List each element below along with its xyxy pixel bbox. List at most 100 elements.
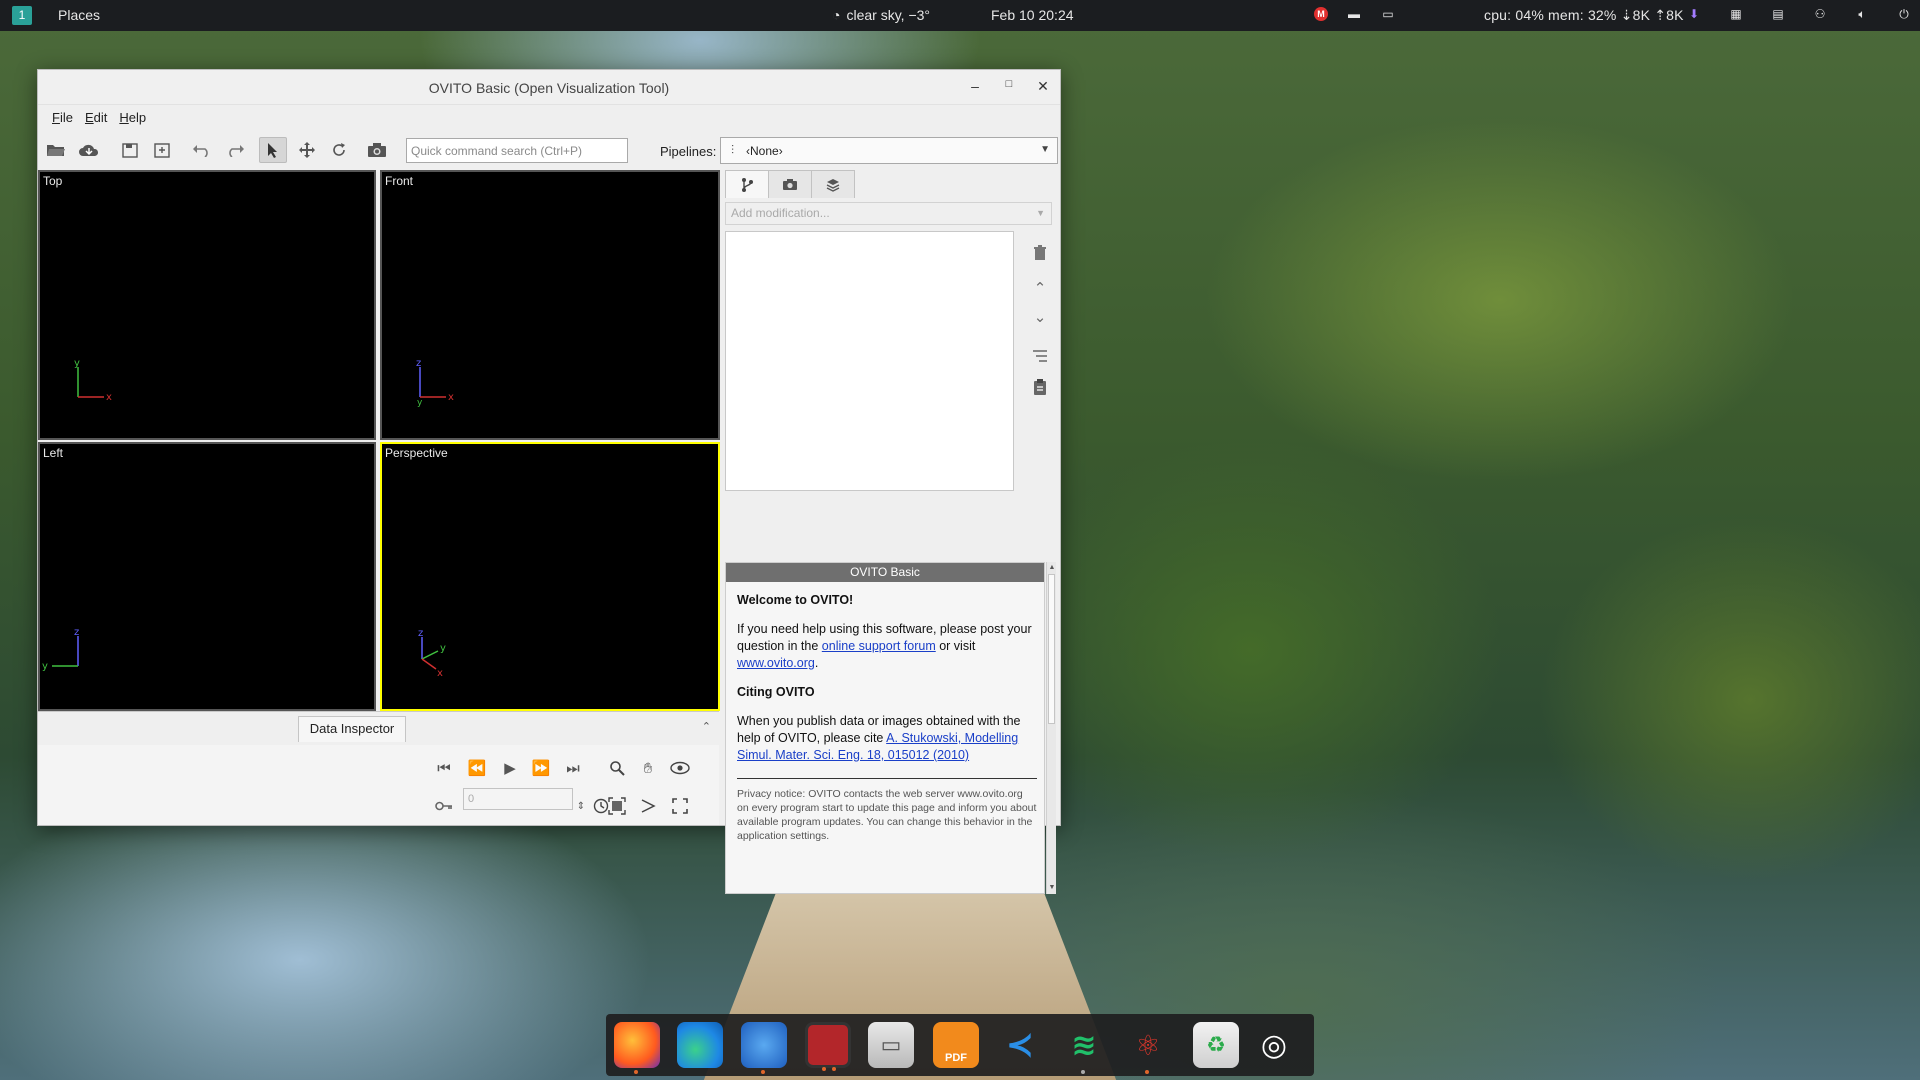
- frame-spinner[interactable]: 0: [463, 788, 573, 810]
- top-panel: 1 Places ◔ clear sky, −3° Feb 10 20:24 M…: [0, 0, 1920, 31]
- weather-icon: ◔: [832, 7, 841, 23]
- fov-icon[interactable]: [636, 794, 660, 818]
- privacy-notice: Privacy notice: OVITO contacts the web s…: [737, 788, 1037, 842]
- svg-text:x: x: [437, 668, 443, 679]
- previous-frame-icon[interactable]: ⏪: [465, 756, 489, 780]
- places-menu[interactable]: Places: [58, 7, 100, 23]
- pipeline-editor-list[interactable]: [725, 231, 1014, 491]
- scroll-thumb[interactable]: [1048, 574, 1055, 724]
- group-list-icon[interactable]: [1030, 346, 1050, 366]
- scroll-down-arrow-icon[interactable]: ▼: [1047, 883, 1057, 893]
- chevron-up-icon[interactable]: ⌃: [702, 720, 711, 733]
- info-panel: OVITO Basic Welcome to OVITO! If you nee…: [725, 562, 1045, 894]
- clock[interactable]: Feb 10 20:24: [991, 7, 1074, 23]
- move-down-chevron-icon[interactable]: ⌄: [1030, 307, 1050, 327]
- pipeline-tab-icon[interactable]: [725, 170, 769, 198]
- open-folder-icon[interactable]: [42, 137, 70, 163]
- window-title: OVITO Basic (Open Visualization Tool): [428, 80, 670, 96]
- grid-icon[interactable]: ▦: [1728, 6, 1744, 22]
- save-session-icon[interactable]: [116, 137, 144, 163]
- viewport-left[interactable]: Left z y: [38, 442, 376, 711]
- network-icon[interactable]: ⚇: [1812, 6, 1828, 22]
- minimize-button[interactable]: –: [968, 78, 982, 95]
- move-up-chevron-icon[interactable]: ⌃: [1030, 278, 1050, 298]
- power-icon[interactable]: ⏻: [1896, 6, 1912, 22]
- viewport-top[interactable]: Top y x: [38, 170, 376, 440]
- viewport-label-perspective: Perspective: [385, 446, 448, 460]
- sublime-merge-icon[interactable]: ≋: [1061, 1022, 1107, 1074]
- molecule-viewer-icon[interactable]: ⚛: [1125, 1022, 1171, 1074]
- viewport-perspective[interactable]: Perspective z y x: [380, 442, 720, 711]
- svg-text:x: x: [106, 392, 112, 403]
- overlays-tab-layers-icon[interactable]: [811, 170, 855, 198]
- add-modification-label: Add modification...: [731, 206, 830, 220]
- ovito-website-link[interactable]: www.ovito.org: [737, 656, 815, 670]
- zoom-icon[interactable]: [605, 756, 629, 780]
- redo-icon[interactable]: [221, 137, 249, 163]
- mail-notifier-icon[interactable]: M: [1314, 7, 1328, 21]
- data-inspector-tab[interactable]: Data Inspector: [298, 716, 406, 742]
- jump-to-start-icon[interactable]: ⏮: [432, 756, 456, 780]
- delete-trash-icon[interactable]: [1030, 243, 1050, 263]
- menu-edit[interactable]: Edit: [79, 106, 113, 130]
- menu-help[interactable]: Help: [113, 106, 152, 130]
- screenshot-icon[interactable]: ▭: [1380, 6, 1396, 22]
- selection-mode-icon[interactable]: [259, 137, 287, 163]
- vscode-icon[interactable]: ≺: [997, 1022, 1043, 1068]
- tray-right: ⬇ ▦ ▤ ⚇ 🔈︎ ⏻: [1686, 6, 1912, 22]
- close-button[interactable]: ✕: [1036, 78, 1050, 95]
- system-monitor[interactable]: cpu: 04% mem: 32% ⇣8K ⇡8K: [1484, 7, 1684, 24]
- window-titlebar[interactable]: OVITO Basic (Open Visualization Tool) – …: [38, 70, 1060, 105]
- pan-hand-icon[interactable]: ✋︎: [636, 756, 660, 780]
- viewport-front[interactable]: Front z x y: [380, 170, 720, 440]
- jump-to-end-icon[interactable]: ⏭: [561, 756, 585, 780]
- thunderbird-icon[interactable]: [741, 1022, 787, 1074]
- help-text-3: .: [814, 656, 819, 670]
- orbit-eye-icon[interactable]: [668, 756, 692, 780]
- move-mode-icon[interactable]: [293, 137, 321, 163]
- firefox-icon[interactable]: [614, 1022, 660, 1074]
- render-tab-camera-icon[interactable]: [768, 170, 812, 198]
- edge-browser-icon[interactable]: [677, 1022, 723, 1068]
- zoom-scene-extents-icon[interactable]: [605, 794, 629, 818]
- dock: ▭ PDF ≺ ≋ ⚛ ♻ ◎: [606, 1014, 1314, 1076]
- cloud-download-icon[interactable]: [75, 137, 103, 163]
- axis-tripod-icon: z y: [42, 627, 79, 672]
- clipboard-icon[interactable]: ▤: [1770, 6, 1786, 22]
- command-search-input[interactable]: [406, 138, 628, 163]
- save-session-as-icon[interactable]: [148, 137, 176, 163]
- undo-icon[interactable]: [188, 137, 216, 163]
- citing-paragraph: When you publish data or images obtained…: [737, 713, 1037, 764]
- ubuntu-logo-icon[interactable]: ◎: [1251, 1022, 1297, 1068]
- pipelines-select[interactable]: ⫶ ‹None› ▼: [720, 137, 1058, 164]
- weather-widget[interactable]: ◔ clear sky, −3°: [832, 7, 930, 23]
- camera-icon[interactable]: [363, 137, 391, 163]
- pdf-editor-icon[interactable]: PDF: [933, 1022, 979, 1068]
- main-toolbar: Pipelines: ⫶ ‹None› ▼: [38, 131, 1060, 169]
- info-scrollbar[interactable]: ▲ ▼: [1046, 562, 1056, 894]
- divider: [737, 778, 1037, 779]
- ovito-app-icon[interactable]: [805, 1022, 851, 1071]
- rotate-mode-icon[interactable]: [325, 137, 353, 163]
- file-manager-icon[interactable]: ▭: [868, 1022, 914, 1068]
- add-modification-dropdown[interactable]: Add modification... ▼: [725, 202, 1052, 225]
- chevron-down-icon: ▼: [1036, 208, 1045, 218]
- maximize-viewport-icon[interactable]: [668, 794, 692, 818]
- axis-tripod-icon: y x: [74, 358, 112, 403]
- maximize-button[interactable]: □: [1002, 78, 1016, 95]
- support-forum-link[interactable]: online support forum: [822, 639, 936, 653]
- workspace-indicator[interactable]: 1: [12, 6, 32, 25]
- svg-text:y: y: [417, 398, 423, 407]
- download-icon[interactable]: ⬇: [1686, 6, 1702, 22]
- key-icon[interactable]: [432, 794, 456, 818]
- next-frame-icon[interactable]: ⏩: [529, 756, 553, 780]
- scroll-up-arrow-icon[interactable]: ▲: [1047, 563, 1057, 573]
- clipboard-paste-icon[interactable]: [1030, 377, 1050, 397]
- volume-icon[interactable]: 🔈︎: [1854, 6, 1870, 22]
- trash-recycle-icon[interactable]: ♻: [1193, 1022, 1239, 1068]
- pipelines-label: Pipelines:: [660, 144, 717, 159]
- play-icon[interactable]: ▶: [498, 756, 522, 780]
- display-icon[interactable]: ▬: [1346, 6, 1362, 22]
- svg-text:y: y: [74, 358, 80, 369]
- menu-file[interactable]: File: [46, 106, 79, 130]
